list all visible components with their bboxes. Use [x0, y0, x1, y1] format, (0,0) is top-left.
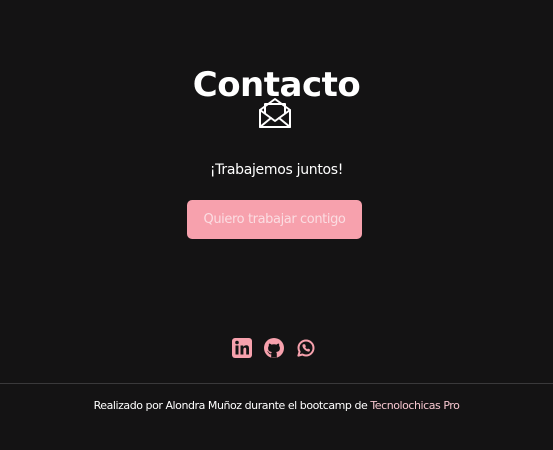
- footer-text: Realizado por Alondra Muñoz durante el b…: [93, 399, 368, 412]
- github-icon: [264, 338, 284, 358]
- linkedin-link[interactable]: [231, 337, 253, 359]
- github-link[interactable]: [263, 337, 285, 359]
- social-links: [0, 337, 553, 359]
- linkedin-icon: [232, 338, 252, 358]
- tecnolochicas-link[interactable]: Tecnolochicas Pro: [370, 399, 459, 412]
- footer-divider: [0, 383, 553, 384]
- work-with-me-button[interactable]: Quiero trabajar contigo: [187, 200, 362, 239]
- footer-credit: Realizado por Alondra Muñoz durante el b…: [0, 397, 553, 415]
- contact-subtitle: ¡Trabajemos juntos!: [209, 162, 344, 178]
- whatsapp-icon: [297, 339, 315, 357]
- whatsapp-link[interactable]: [295, 337, 317, 359]
- envelope-open-icon: [259, 98, 291, 128]
